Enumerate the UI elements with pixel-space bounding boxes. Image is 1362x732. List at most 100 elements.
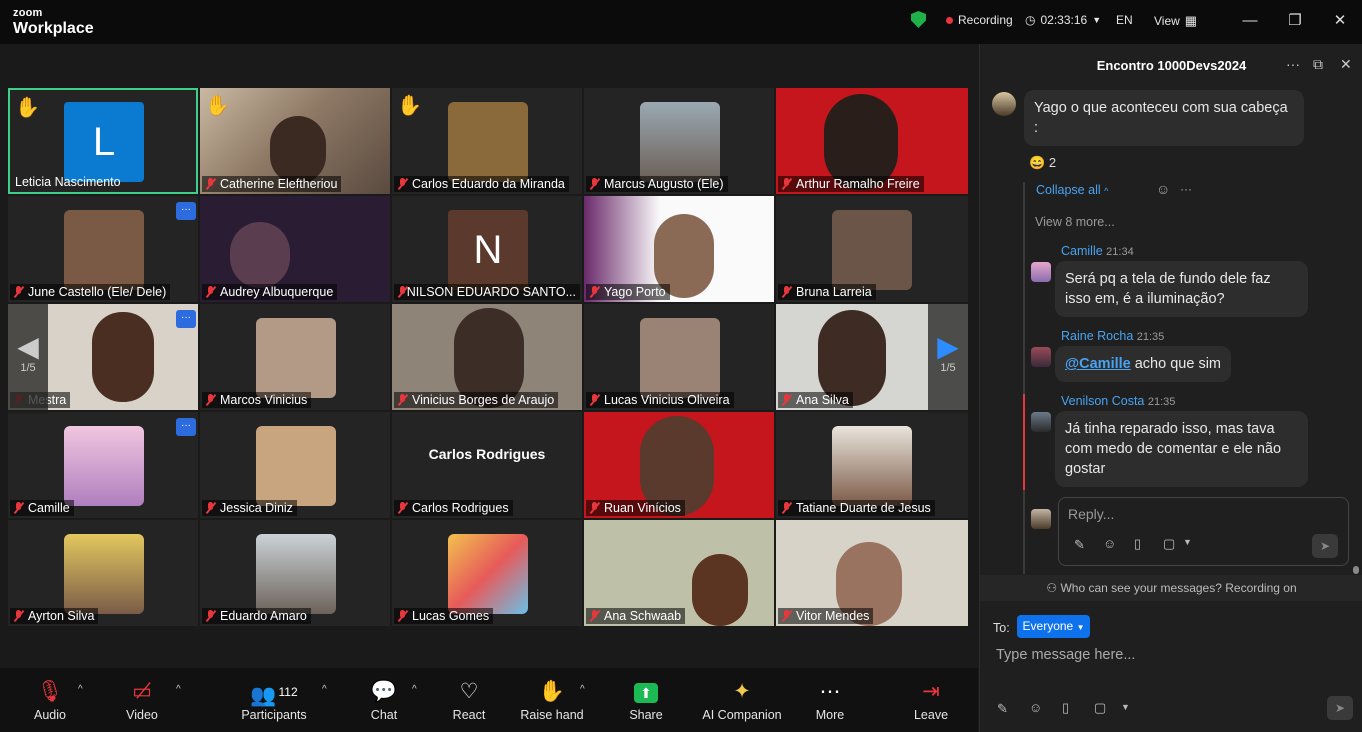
profile-picture bbox=[64, 210, 144, 290]
author-name[interactable]: Camille bbox=[1061, 244, 1103, 258]
file-icon[interactable]: ▯ bbox=[1134, 536, 1141, 552]
audio-options-chevron-icon[interactable]: ^ bbox=[78, 684, 83, 695]
video-tile[interactable]: ··· June Castello (Ele/ Dele) bbox=[8, 196, 198, 302]
video-tile[interactable]: N NILSON EDUARDO SANTO... bbox=[392, 196, 582, 302]
thread-more-icon[interactable]: ··· bbox=[1180, 182, 1192, 196]
video-tile[interactable]: Lucas Vinicius Oliveira bbox=[584, 304, 774, 410]
video-tile[interactable]: ✋ Catherine Eleftheriou bbox=[200, 88, 390, 194]
recipient-dropdown[interactable]: Everyone ▼ bbox=[1017, 615, 1090, 638]
message-visibility-notice[interactable]: ⚇ Who can see your messages? Recording o… bbox=[980, 575, 1362, 601]
screenshot-icon[interactable]: ▢ bbox=[1094, 700, 1106, 716]
share-button[interactable]: ⬆ Share bbox=[624, 678, 668, 722]
minimize-icon[interactable]: — bbox=[1238, 10, 1262, 32]
audio-button[interactable]: 🎙 Audio bbox=[26, 678, 74, 722]
close-icon[interactable]: ✕ bbox=[1340, 56, 1352, 73]
emoji-icon[interactable]: ☺ bbox=[1029, 700, 1042, 715]
raised-hand-icon: ✋ bbox=[397, 95, 422, 117]
participant-name-label: Marcos Vinicius bbox=[202, 392, 312, 408]
video-tile[interactable]: Vitor Mendes bbox=[776, 520, 968, 626]
message-input[interactable]: Type message here... bbox=[996, 647, 1135, 663]
meeting-timer[interactable]: ◷ 02:33:16 ▼ bbox=[1025, 13, 1101, 27]
add-reaction-icon[interactable]: ☺ bbox=[1156, 181, 1170, 197]
chevron-down-icon[interactable]: ▼ bbox=[1121, 702, 1130, 712]
raise-hand-button[interactable]: ✋ Raise hand bbox=[520, 678, 584, 722]
video-tile[interactable]: Bruna Larreia bbox=[776, 196, 968, 302]
chat-message[interactable]: @Camille acho que sim bbox=[1055, 346, 1231, 382]
view-button[interactable]: View ▦ bbox=[1154, 13, 1197, 29]
scrollbar-thumb[interactable] bbox=[1353, 566, 1359, 574]
chat-options-chevron-icon[interactable]: ^ bbox=[412, 684, 417, 695]
video-tile[interactable]: Ana Schwaab bbox=[584, 520, 774, 626]
mention-link[interactable]: @Camille bbox=[1065, 356, 1131, 372]
view-more-link[interactable]: View 8 more... bbox=[1035, 215, 1115, 229]
video-tile[interactable]: Marcus Augusto (Ele) bbox=[584, 88, 774, 194]
participant-name-label: Yago Porto bbox=[586, 284, 670, 300]
video-tile[interactable]: Carlos Rodrigues Carlos Rodrigues bbox=[392, 412, 582, 518]
avatar bbox=[1031, 412, 1051, 432]
author-name[interactable]: Raine Rocha bbox=[1061, 329, 1133, 343]
video-tile[interactable]: Marcos Vinicius bbox=[200, 304, 390, 410]
screenshot-icon[interactable]: ▢ bbox=[1163, 536, 1175, 552]
leave-button[interactable]: ⇥ Leave bbox=[910, 678, 952, 722]
pop-out-icon[interactable]: ⧉ bbox=[1313, 56, 1323, 73]
profile-picture bbox=[448, 102, 528, 182]
chat-message[interactable]: Será pq a tela de fundo dele faz isso em… bbox=[1055, 261, 1308, 317]
participant-name: Carlos Eduardo da Miranda bbox=[412, 177, 565, 191]
language-button[interactable]: EN bbox=[1116, 13, 1133, 27]
chat-button[interactable]: 💬 Chat bbox=[364, 678, 404, 722]
video-tile[interactable]: Tatiane Duarte de Jesus bbox=[776, 412, 968, 518]
emoji-icon[interactable]: ☺ bbox=[1103, 536, 1116, 551]
grid-view-icon: ▦ bbox=[1184, 13, 1198, 28]
security-shield-icon[interactable] bbox=[911, 11, 926, 28]
more-options-icon[interactable]: ··· bbox=[176, 202, 196, 220]
format-text-icon[interactable]: ✎ bbox=[1074, 537, 1085, 553]
ai-companion-label: AI Companion bbox=[702, 708, 782, 722]
reaction-chip[interactable]: 😄 2 bbox=[1029, 155, 1056, 171]
video-tile[interactable]: Eduardo Amaro bbox=[200, 520, 390, 626]
video-tile[interactable]: Arthur Ramalho Freire bbox=[776, 88, 968, 194]
chevron-down-icon[interactable]: ▼ bbox=[1183, 537, 1192, 547]
previous-page-button[interactable]: ◀ 1/5 bbox=[8, 304, 48, 414]
more-options-icon[interactable]: ··· bbox=[176, 418, 196, 436]
recording-indicator[interactable]: Recording bbox=[946, 13, 1013, 27]
more-button[interactable]: ⋯ More bbox=[810, 678, 850, 722]
more-options-icon[interactable]: ··· bbox=[176, 310, 196, 328]
video-tile[interactable]: Lucas Gomes bbox=[392, 520, 582, 626]
mic-muted-icon bbox=[589, 502, 600, 514]
react-button[interactable]: ♡ React bbox=[446, 678, 492, 722]
ai-companion-button[interactable]: ✦ AI Companion bbox=[700, 678, 784, 722]
video-tile[interactable]: Vinicius Borges de Araujo bbox=[392, 304, 582, 410]
video-tile[interactable]: Ruan Vinícios bbox=[584, 412, 774, 518]
video-tile[interactable]: ··· Camille bbox=[8, 412, 198, 518]
mic-muted-icon bbox=[397, 286, 405, 298]
reply-input[interactable]: Reply... bbox=[1068, 506, 1114, 522]
participant-name-label: Carlos Rodrigues bbox=[394, 500, 513, 516]
video-tile[interactable]: ✋ Carlos Eduardo da Miranda bbox=[392, 88, 582, 194]
video-tile[interactable]: Yago Porto bbox=[584, 196, 774, 302]
file-icon[interactable]: ▯ bbox=[1062, 700, 1069, 716]
send-icon[interactable]: ➤ bbox=[1312, 534, 1338, 558]
maximize-icon[interactable]: ❐ bbox=[1283, 10, 1307, 32]
mic-muted-icon bbox=[13, 610, 24, 622]
format-text-icon[interactable]: ✎ bbox=[997, 701, 1008, 717]
chat-message[interactable]: Yago o que aconteceu com sua cabeça : bbox=[1024, 90, 1304, 146]
profile-picture bbox=[640, 318, 720, 398]
close-icon[interactable]: ✕ bbox=[1328, 10, 1352, 32]
send-icon[interactable]: ➤ bbox=[1327, 696, 1353, 720]
collapse-all-link[interactable]: Collapse all ^ bbox=[1036, 183, 1108, 197]
participants-options-chevron-icon[interactable]: ^ bbox=[322, 684, 327, 695]
chat-message[interactable]: Já tinha reparado isso, mas tava com med… bbox=[1055, 411, 1308, 487]
video-tile[interactable]: Jessica Diniz bbox=[200, 412, 390, 518]
raise-hand-options-chevron-icon[interactable]: ^ bbox=[580, 684, 585, 695]
participants-button[interactable]: 👥 112 Participants bbox=[240, 678, 308, 722]
video-button[interactable]: ▭̸ Video bbox=[118, 678, 166, 722]
author-name[interactable]: Venilson Costa bbox=[1061, 394, 1144, 408]
more-options-icon[interactable]: ··· bbox=[1286, 56, 1300, 72]
video-tile[interactable]: Ayrton Silva bbox=[8, 520, 198, 626]
video-tile[interactable]: Audrey Albuquerque bbox=[200, 196, 390, 302]
reply-box[interactable]: Reply... ✎ ☺ ▯ ▢ ▼ ➤ bbox=[1058, 497, 1349, 566]
video-tile[interactable]: L ✋ Leticia Nascimento bbox=[8, 88, 198, 194]
next-page-button[interactable]: ▶ 1/5 bbox=[928, 304, 968, 414]
participant-display-name: Carlos Rodrigues bbox=[428, 446, 546, 462]
video-options-chevron-icon[interactable]: ^ bbox=[176, 684, 181, 695]
